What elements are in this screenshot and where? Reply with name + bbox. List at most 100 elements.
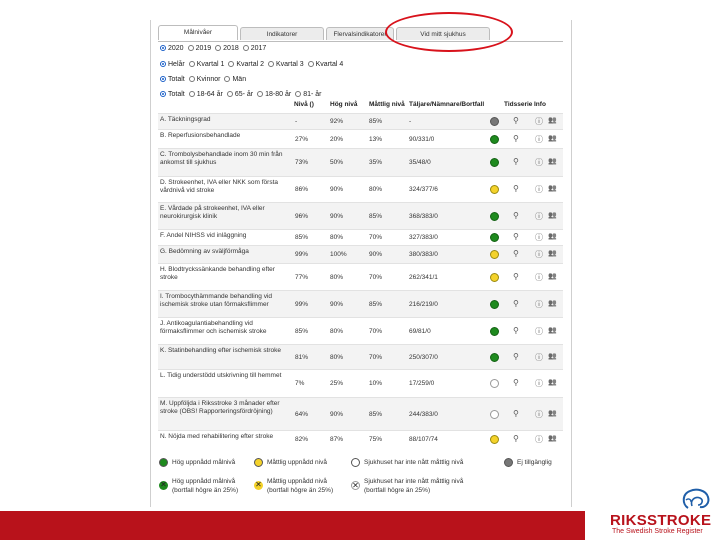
legend-label: Sjukhuset har inte nått måttlig nivå <box>364 459 464 466</box>
year-radio-group: 2020 2019 2018 2017 <box>160 43 266 53</box>
radio-2017[interactable] <box>242 45 249 51</box>
tab-indikatorer[interactable]: Indikatorer <box>240 27 324 40</box>
indicator-counts: 262/341/1 <box>409 274 438 281</box>
group-icon[interactable]: 👥 <box>548 352 557 360</box>
timeseries-magnifier-icon[interactable]: ⚲ <box>513 352 519 361</box>
timeseries-magnifier-icon[interactable]: ⚲ <box>513 157 519 166</box>
radio-18-64[interactable] <box>188 91 195 97</box>
group-icon[interactable]: 👥 <box>548 249 557 257</box>
group-icon[interactable]: 👥 <box>548 272 557 280</box>
indicator-name: H. Blodtryckssänkande behandling efter s… <box>160 266 275 281</box>
group-icon[interactable]: 👥 <box>548 211 557 219</box>
timeseries-magnifier-icon[interactable]: ⚲ <box>513 272 519 281</box>
timeseries-magnifier-icon[interactable]: ⚲ <box>513 232 519 241</box>
info-icon[interactable]: ⓘ <box>535 434 543 445</box>
timeseries-magnifier-icon[interactable]: ⚲ <box>513 116 519 125</box>
indicator-level: 81% <box>295 354 309 361</box>
radio-65[interactable] <box>226 91 233 97</box>
info-icon[interactable]: ⓘ <box>535 299 543 310</box>
radio-18-80[interactable] <box>257 91 264 97</box>
group-icon[interactable]: 👥 <box>548 184 557 192</box>
legend-label: Måttlig uppnådd nivå <box>267 478 327 485</box>
radio-2020[interactable] <box>160 45 166 51</box>
group-icon[interactable]: 👥 <box>548 434 557 442</box>
timeseries-magnifier-icon[interactable]: ⚲ <box>513 249 519 258</box>
indicator-name: M. Uppföljda i Riksstroke 3 månader efte… <box>160 400 280 415</box>
indicator-level: 85% <box>295 328 309 335</box>
indicator-moderate-target: 85% <box>369 118 383 125</box>
table-row: F. Andel NIHSS vid inläggning 85% 80% 70% 32… <box>158 229 563 246</box>
radio-kvartal-4[interactable] <box>307 61 314 67</box>
timeseries-magnifier-icon[interactable]: ⚲ <box>513 378 519 387</box>
radio-81[interactable] <box>295 91 302 97</box>
info-icon[interactable]: ⓘ <box>535 184 543 195</box>
brand-subtitle: The Swedish Stroke Register <box>612 528 703 535</box>
table-row: I. Trombocythämmande behandling vid isch… <box>158 290 563 318</box>
radio-kvartal-2[interactable] <box>228 61 235 67</box>
radio-label: 81- år <box>303 90 322 98</box>
timeseries-magnifier-icon[interactable]: ⚲ <box>513 409 519 418</box>
radio-age-totalt[interactable] <box>160 91 166 97</box>
indicator-level: 99% <box>295 251 309 258</box>
indicator-counts: 380/383/0 <box>409 251 438 258</box>
legend-label: (bortfall högre än 25%) <box>267 487 334 494</box>
info-icon[interactable]: ⓘ <box>535 272 543 283</box>
radio-helar[interactable] <box>160 61 166 67</box>
info-icon[interactable]: ⓘ <box>535 211 543 222</box>
radio-2019[interactable] <box>187 45 194 51</box>
tab-flervalsindikatorer[interactable]: Flervalsindikatorer <box>326 27 394 40</box>
table-row: E. Vårdade på strokeenhet, IVA eller neu… <box>158 202 563 230</box>
radio-2018[interactable] <box>215 45 222 51</box>
indicator-name: K. Statinbehandling efter ischemisk stro… <box>160 347 282 354</box>
group-icon[interactable]: 👥 <box>548 116 557 124</box>
timeseries-magnifier-icon[interactable]: ⚲ <box>513 184 519 193</box>
status-yellow-dot <box>490 185 499 194</box>
info-icon[interactable]: ⓘ <box>535 326 543 337</box>
status-green-dot <box>490 233 499 242</box>
info-icon[interactable]: ⓘ <box>535 116 543 127</box>
group-icon[interactable]: 👥 <box>548 409 557 417</box>
info-icon[interactable]: ⓘ <box>535 157 543 168</box>
timeseries-magnifier-icon[interactable]: ⚲ <box>513 211 519 220</box>
radio-kvinnor[interactable] <box>188 76 195 82</box>
group-icon[interactable]: 👥 <box>548 326 557 334</box>
timeseries-magnifier-icon[interactable]: ⚲ <box>513 299 519 308</box>
group-icon[interactable]: 👥 <box>548 134 557 142</box>
group-icon[interactable]: 👥 <box>548 232 557 240</box>
indicator-level: 73% <box>295 159 309 166</box>
table-row: D. Strokeenhet, IVA eller NKK som första… <box>158 176 563 203</box>
info-icon[interactable]: ⓘ <box>535 352 543 363</box>
indicator-moderate-target: 80% <box>369 186 383 193</box>
radio-man[interactable] <box>224 76 231 82</box>
tab-malnivaer[interactable]: Målnivåer <box>158 25 238 40</box>
info-icon[interactable]: ⓘ <box>535 134 543 145</box>
indicator-high-target: 100% <box>330 251 347 258</box>
legend-label: Hög uppnådd målnivå <box>172 478 236 485</box>
group-icon[interactable]: 👥 <box>548 299 557 307</box>
group-icon[interactable]: 👥 <box>548 157 557 165</box>
indicator-counts: - <box>409 118 412 125</box>
table-row: N. Nöjda med rehabilitering efter stroke… <box>158 430 563 448</box>
status-green-dot <box>490 353 499 362</box>
status-white-dot <box>490 410 499 419</box>
radio-kvartal-3[interactable] <box>267 61 274 67</box>
indicator-level: 27% <box>295 136 309 143</box>
info-icon[interactable]: ⓘ <box>535 249 543 260</box>
group-icon[interactable]: 👥 <box>548 378 557 386</box>
timeseries-magnifier-icon[interactable]: ⚲ <box>513 326 519 335</box>
radio-sex-totalt[interactable] <box>160 76 166 82</box>
info-icon[interactable]: ⓘ <box>535 409 543 420</box>
info-icon[interactable]: ⓘ <box>535 232 543 243</box>
indicator-high-target: 90% <box>330 411 344 418</box>
indicator-high-target: 87% <box>330 436 344 443</box>
indicator-counts: 327/383/0 <box>409 234 438 241</box>
status-grey-dot <box>490 117 499 126</box>
indicator-moderate-target: 70% <box>369 328 383 335</box>
timeseries-magnifier-icon[interactable]: ⚲ <box>513 434 519 443</box>
indicator-counts: 69/81/0 <box>409 328 431 335</box>
info-icon[interactable]: ⓘ <box>535 378 543 389</box>
timeseries-magnifier-icon[interactable]: ⚲ <box>513 134 519 143</box>
radio-kvartal-1[interactable] <box>188 61 195 67</box>
radio-label: 65- år <box>234 90 254 98</box>
header-info: Info <box>534 101 546 108</box>
